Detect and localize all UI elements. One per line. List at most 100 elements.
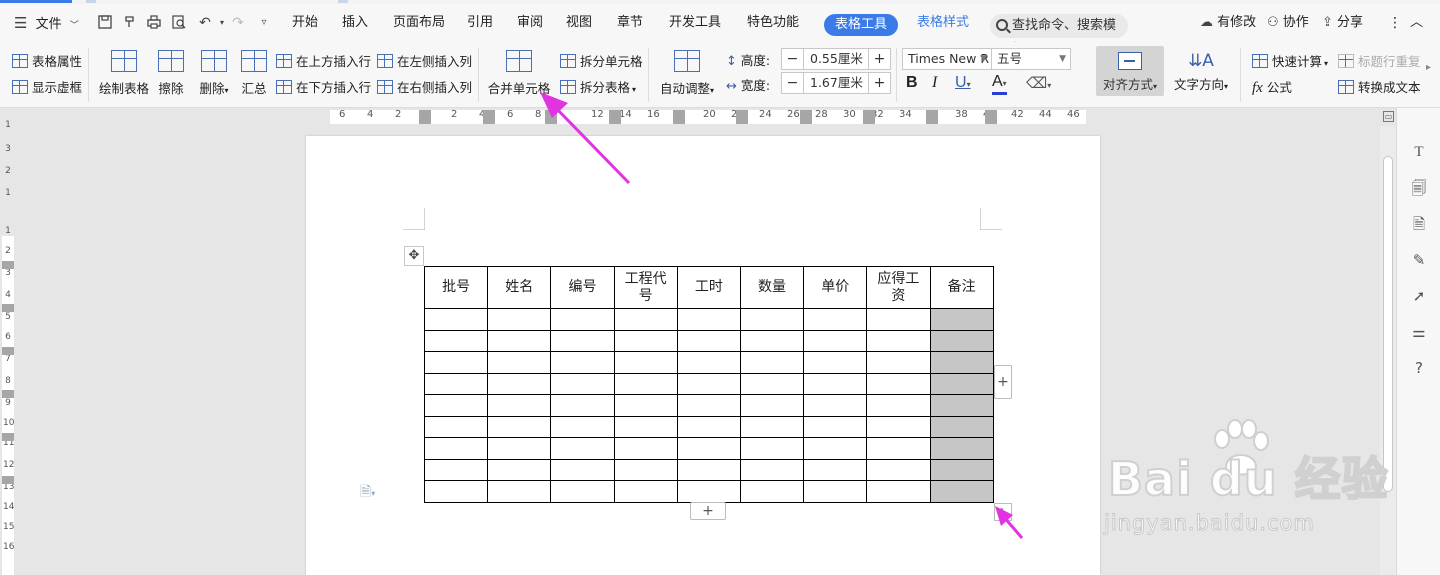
font-family-select[interactable]: Times New R ▼: [902, 48, 992, 70]
table-cell[interactable]: [739, 437, 805, 460]
table-cell[interactable]: [739, 372, 805, 395]
vertical-ruler[interactable]: 1 3 2 1 1 2 3 4 5 6 7 8 9 10 11 12 13 14 15 16: [0, 120, 16, 575]
split-table-button[interactable]: 拆分表格 ▾: [560, 77, 636, 96]
tab-references[interactable]: 引用: [467, 4, 493, 42]
table-cell[interactable]: [550, 437, 615, 460]
table-cell[interactable]: [803, 372, 868, 395]
height-increase-button[interactable]: +: [868, 49, 890, 69]
table-cell[interactable]: [676, 458, 741, 481]
table-cell[interactable]: [550, 480, 615, 503]
row-marker[interactable]: [2, 390, 14, 398]
table-cell[interactable]: [613, 329, 678, 352]
insert-row-above-button[interactable]: 在上方插入行: [276, 51, 371, 70]
table-cell[interactable]: [676, 308, 741, 331]
tab-table-tools[interactable]: 表格工具: [824, 14, 898, 36]
table-cell[interactable]: [929, 329, 994, 352]
tab-special-features[interactable]: 特色功能: [747, 4, 799, 42]
table-cell[interactable]: [550, 329, 615, 352]
table-cell[interactable]: [613, 415, 678, 438]
delete-button[interactable]: 删除▾: [196, 50, 232, 97]
table-cell[interactable]: [929, 480, 994, 503]
table-cell[interactable]: [929, 351, 994, 374]
bold-icon[interactable]: B: [906, 74, 918, 92]
table-header-cell[interactable]: 编号: [550, 266, 615, 309]
print-icon[interactable]: [145, 15, 163, 31]
column-marker[interactable]: [609, 110, 621, 124]
table-header-cell[interactable]: 批号: [423, 266, 489, 309]
table-cell[interactable]: [676, 351, 741, 374]
table-header-cell[interactable]: 数量: [739, 266, 805, 309]
customize-toolbar-icon[interactable]: ▿: [255, 15, 273, 31]
text-direction-button[interactable]: ⇊A 文字方向▾: [1172, 48, 1230, 93]
height-decrease-button[interactable]: −: [782, 49, 804, 69]
table-header-cell[interactable]: 工程代号: [613, 266, 678, 309]
row-marker[interactable]: [2, 261, 14, 269]
table-cell[interactable]: [676, 394, 741, 417]
table-cell[interactable]: [487, 480, 552, 503]
insert-column-right-button[interactable]: 在右侧插入列: [377, 77, 472, 96]
tab-home[interactable]: 开始: [292, 4, 318, 42]
save-icon[interactable]: [96, 15, 114, 31]
table-cell[interactable]: [423, 415, 489, 438]
table-cell[interactable]: [487, 329, 552, 352]
italic-icon[interactable]: I: [932, 74, 937, 92]
table-cell[interactable]: [739, 415, 805, 438]
underline-icon[interactable]: U▾: [955, 74, 971, 92]
table-cell[interactable]: [803, 329, 868, 352]
table-cell[interactable]: [866, 329, 931, 352]
table-cell[interactable]: [423, 372, 489, 395]
table-cell[interactable]: [550, 308, 615, 331]
table-cell[interactable]: [676, 415, 741, 438]
table-header-cell[interactable]: 姓名: [487, 266, 552, 309]
tab-insert[interactable]: 插入: [342, 4, 368, 42]
table-cell[interactable]: [487, 437, 552, 460]
table-cell[interactable]: [866, 351, 931, 374]
table-cell[interactable]: [929, 458, 994, 481]
table-cell[interactable]: [423, 351, 489, 374]
table-cell[interactable]: [550, 415, 615, 438]
table-cell[interactable]: [739, 394, 805, 417]
table-cell[interactable]: [550, 351, 615, 374]
table-cell[interactable]: [866, 415, 931, 438]
table-cell[interactable]: [866, 372, 931, 395]
tab-developer[interactable]: 开发工具: [669, 4, 721, 42]
table-cell[interactable]: [803, 394, 868, 417]
erase-button[interactable]: 擦除: [157, 50, 185, 97]
column-width-stepper[interactable]: − 1.67厘米 +: [781, 72, 891, 94]
table-cell[interactable]: [487, 415, 552, 438]
table-header-cell[interactable]: 备注: [929, 266, 994, 309]
table-cell[interactable]: [803, 308, 868, 331]
table-cell[interactable]: [550, 372, 615, 395]
table-cell[interactable]: [487, 351, 552, 374]
table-cell[interactable]: [929, 308, 994, 331]
document-panel-icon[interactable]: 🗐: [1409, 178, 1429, 198]
table-cell[interactable]: [613, 308, 678, 331]
table-properties-button[interactable]: 表格属性: [12, 51, 82, 70]
doc-tab-indicator-2[interactable]: [338, 0, 348, 3]
row-marker[interactable]: [2, 433, 14, 441]
align-button[interactable]: 对齐方式▾: [1096, 46, 1164, 96]
table-cell[interactable]: [676, 372, 741, 395]
formula-button[interactable]: fx 公式: [1252, 77, 1292, 97]
height-value[interactable]: 0.55厘米: [810, 49, 863, 69]
table-cell[interactable]: [550, 458, 615, 481]
column-marker[interactable]: [419, 110, 431, 124]
column-marker[interactable]: [736, 110, 748, 124]
tab-view[interactable]: 视图: [566, 4, 592, 42]
repeat-header-button[interactable]: 标题行重复: [1338, 51, 1421, 70]
ribbon-scroll-icon[interactable]: ▸: [1426, 62, 1431, 73]
row-marker[interactable]: [2, 304, 14, 312]
table-cell[interactable]: [423, 308, 489, 331]
table-move-handle[interactable]: ✥: [404, 246, 424, 266]
help-icon[interactable]: ?: [1409, 358, 1429, 378]
tab-review[interactable]: 审阅: [517, 4, 543, 42]
text-style-icon[interactable]: T: [1409, 142, 1429, 162]
table-cell[interactable]: [423, 329, 489, 352]
column-marker[interactable]: [985, 110, 997, 124]
column-marker[interactable]: [926, 110, 938, 124]
table-cell[interactable]: [487, 372, 552, 395]
table-cell[interactable]: [929, 394, 994, 417]
table-cell[interactable]: [739, 329, 805, 352]
table-header-cell[interactable]: 单价: [803, 266, 868, 309]
column-marker[interactable]: [673, 110, 685, 124]
